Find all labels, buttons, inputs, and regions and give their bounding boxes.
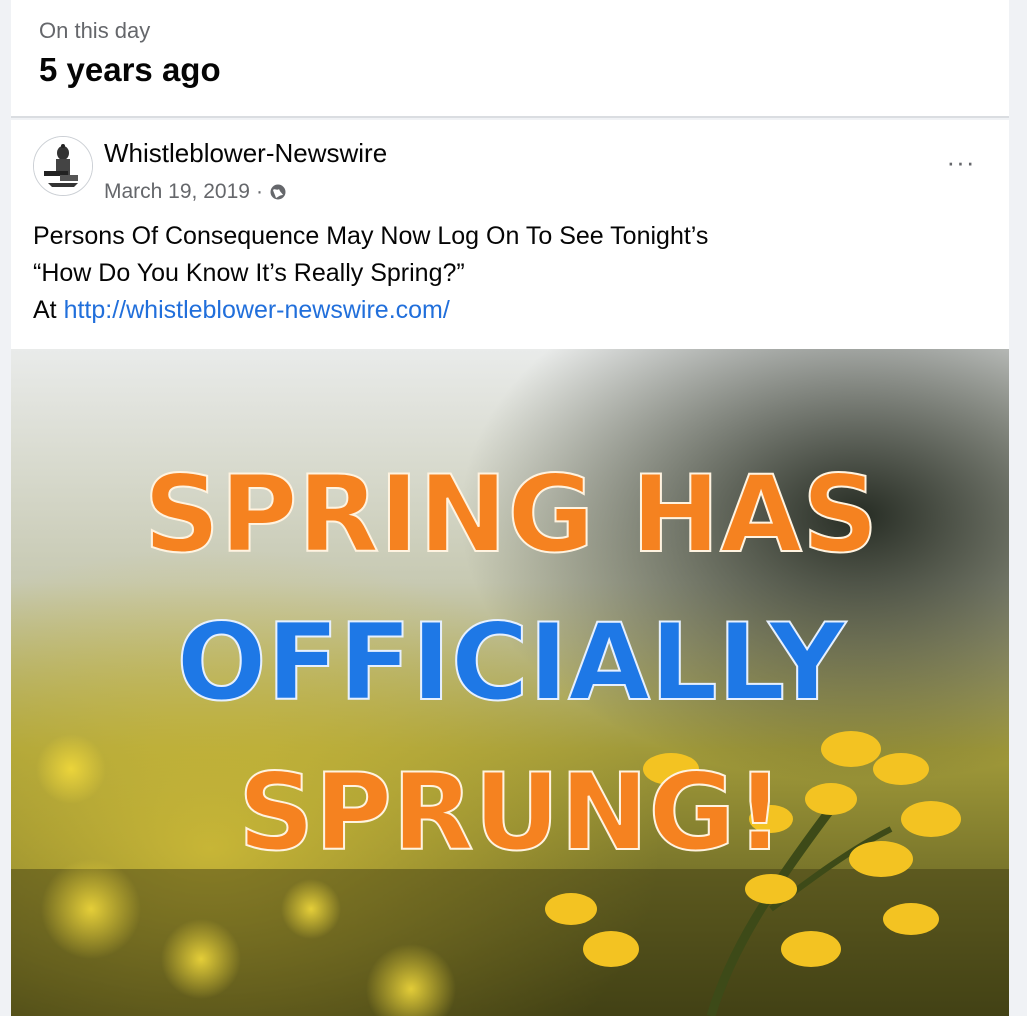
more-options-icon[interactable]: ··· — [939, 144, 983, 180]
post-text-line2: “How Do You Know It’s Really Spring?” — [33, 259, 465, 287]
memory-header: On this day 5 years ago — [11, 0, 1009, 118]
image-headline-line3: SPRUNG! — [238, 751, 784, 874]
post-text-line3: At http://whistleblower-newswire.com/ — [33, 292, 993, 329]
spring-image: SPRING HAS OFFICIALLY SPRUNG! — [11, 349, 1009, 1016]
globe-icon[interactable] — [269, 183, 287, 201]
memory-label: On this day — [39, 18, 151, 43]
memory-title: 5 years ago — [39, 51, 221, 88]
avatar-image — [34, 137, 92, 195]
image-headline-line1: SPRING HAS — [144, 453, 879, 576]
image-headline-line2: OFFICIALLY — [177, 601, 847, 724]
meta-separator: · — [255, 180, 263, 203]
post-meta: March 19, 2019 · — [104, 180, 287, 204]
post-date[interactable]: March 19, 2019 — [104, 180, 250, 204]
post-link[interactable]: http://whistleblower-newswire.com/ — [64, 296, 450, 324]
post-text-line1: Persons Of Consequence May Now Log On To… — [33, 222, 709, 250]
author-name[interactable]: Whistleblower-Newswire — [104, 138, 387, 169]
post-image[interactable]: SPRING HAS OFFICIALLY SPRUNG! — [11, 349, 1009, 1016]
post-card: Whistleblower-Newswire March 19, 2019 · … — [11, 120, 1009, 1016]
author-avatar[interactable] — [33, 136, 93, 196]
post-text: Persons Of Consequence May Now Log On To… — [33, 218, 993, 329]
post-text-prefix: At — [33, 296, 57, 324]
